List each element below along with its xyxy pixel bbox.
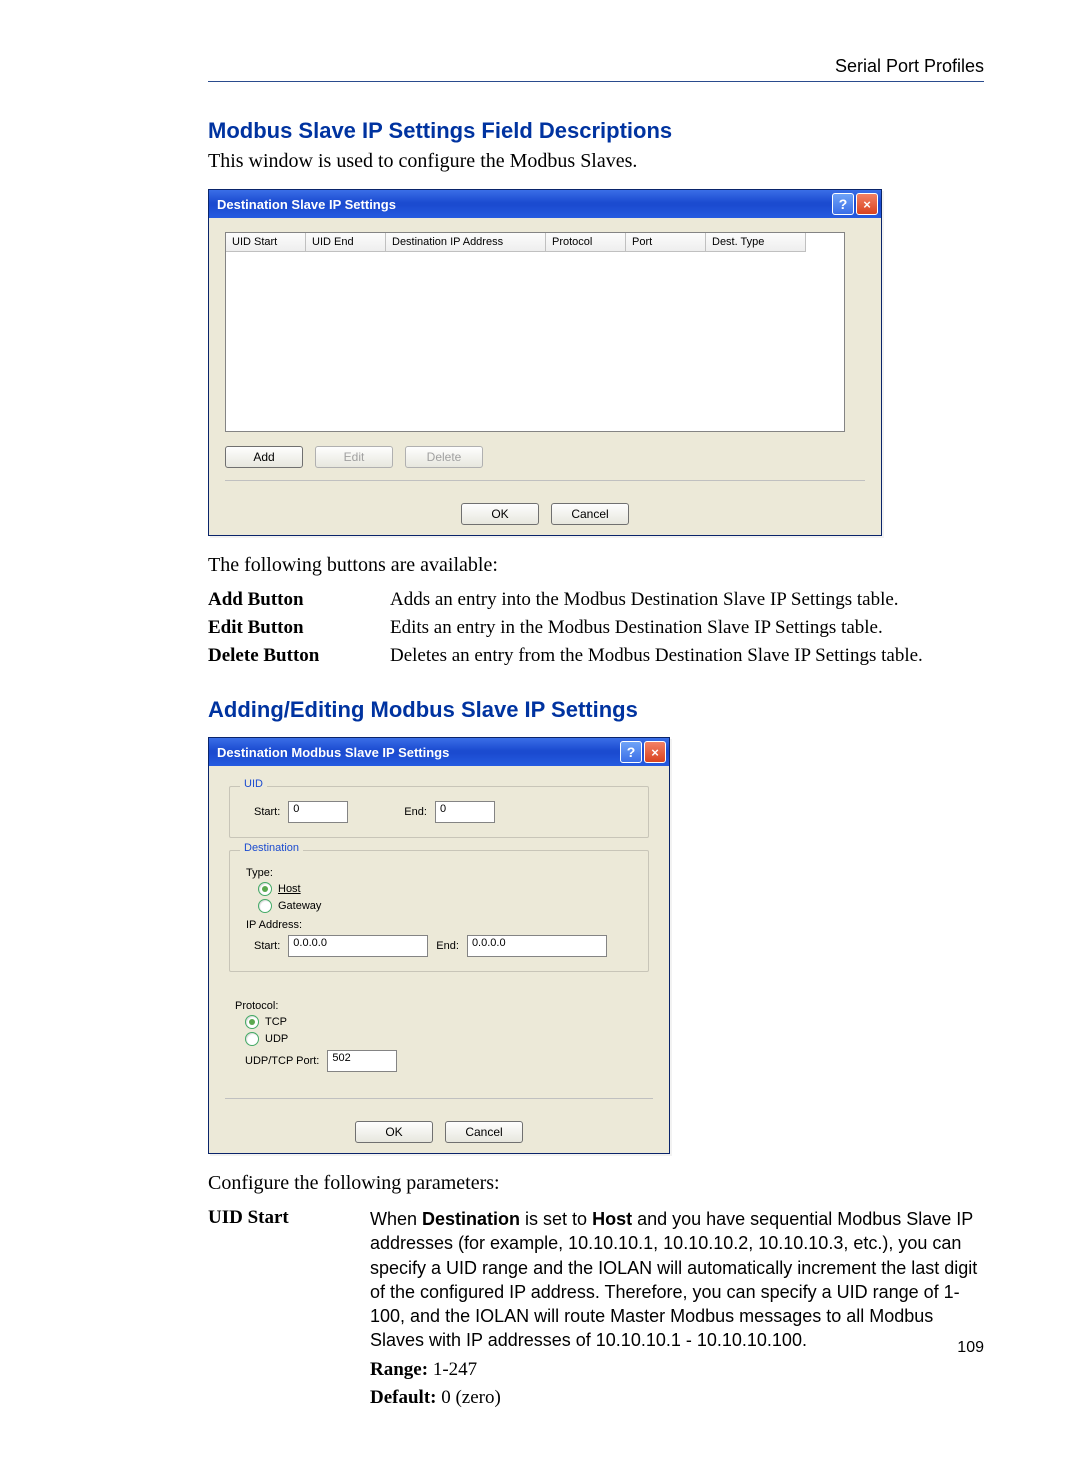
col-dest-ip[interactable]: Destination IP Address	[386, 233, 546, 252]
add-button-desc: Adds an entry into the Modbus Destinatio…	[390, 589, 984, 611]
col-protocol[interactable]: Protocol	[546, 233, 626, 252]
ip-address-label: IP Address:	[246, 919, 638, 931]
delete-button: Delete	[405, 446, 483, 468]
dialog2-title: Destination Modbus Slave IP Settings	[217, 745, 618, 760]
edit-button: Edit	[315, 446, 393, 468]
type-gateway-label: Gateway	[278, 900, 321, 912]
udp-tcp-port-label: UDP/TCP Port:	[245, 1055, 319, 1067]
uid-end-input[interactable]: 0	[435, 801, 495, 823]
ok-button[interactable]: OK	[355, 1121, 433, 1143]
close-icon[interactable]: ×	[856, 193, 878, 215]
slave-ip-listview[interactable]: UID Start UID End Destination IP Address…	[225, 232, 845, 432]
help-icon[interactable]: ?	[832, 193, 854, 215]
section2-title: Adding/Editing Modbus Slave IP Settings	[208, 697, 984, 723]
section1-title: Modbus Slave IP Settings Field Descripti…	[208, 118, 984, 144]
ip-start-input[interactable]: 0.0.0.0	[288, 935, 428, 957]
edit-button-desc: Edits an entry in the Modbus Destination…	[390, 617, 984, 639]
protocol-udp-label: UDP	[265, 1033, 288, 1045]
type-gateway-radio[interactable]: Gateway	[258, 899, 638, 913]
close-icon[interactable]: ×	[644, 741, 666, 763]
protocol-tcp-radio[interactable]: TCP	[245, 1015, 639, 1029]
radio-icon	[245, 1015, 259, 1029]
section2-tail: Configure the following parameters:	[208, 1172, 984, 1195]
dialog-destination-modbus-slave-ip-settings: Destination Modbus Slave IP Settings ? ×…	[208, 737, 670, 1154]
col-port[interactable]: Port	[626, 233, 706, 252]
add-button-label: Add Button	[208, 589, 378, 617]
uid-start-param-label: UID Start	[208, 1207, 358, 1415]
col-dest-type[interactable]: Dest. Type	[706, 233, 806, 252]
ip-end-label: End:	[436, 940, 459, 952]
destination-group: Destination Type: Host Gateway IP Addres…	[229, 850, 649, 972]
ip-start-label: Start:	[254, 940, 280, 952]
ip-end-input[interactable]: 0.0.0.0	[467, 935, 607, 957]
uid-end-label: End:	[404, 806, 427, 818]
uid-group: UID Start: 0 End: 0	[229, 786, 649, 838]
section1-intro: This window is used to configure the Mod…	[208, 150, 984, 173]
header-rule	[208, 81, 984, 82]
protocol-tcp-label: TCP	[265, 1016, 287, 1028]
dialog2-titlebar: Destination Modbus Slave IP Settings ? ×	[209, 738, 669, 766]
destination-legend: Destination	[240, 842, 303, 854]
type-label: Type:	[246, 867, 638, 879]
delete-button-label: Delete Button	[208, 645, 378, 673]
protocol-udp-radio[interactable]: UDP	[245, 1032, 639, 1046]
help-icon[interactable]: ?	[620, 741, 642, 763]
radio-icon	[258, 882, 272, 896]
uid-legend: UID	[240, 778, 267, 790]
protocol-label: Protocol:	[235, 1000, 639, 1012]
section1-tail: The following buttons are available:	[208, 554, 984, 577]
radio-icon	[258, 899, 272, 913]
udp-tcp-port-input[interactable]: 502	[327, 1050, 397, 1072]
col-uid-end[interactable]: UID End	[306, 233, 386, 252]
type-host-label: Host	[278, 883, 301, 895]
page-number: 109	[957, 1339, 984, 1357]
ok-button[interactable]: OK	[461, 503, 539, 525]
cancel-button[interactable]: Cancel	[551, 503, 629, 525]
uid-start-input[interactable]: 0	[288, 801, 348, 823]
add-button[interactable]: Add	[225, 446, 303, 468]
uid-start-label: Start:	[254, 806, 280, 818]
cancel-button[interactable]: Cancel	[445, 1121, 523, 1143]
uid-start-param-desc: When Destination is set to Host and you …	[370, 1207, 984, 1415]
edit-button-label: Edit Button	[208, 617, 378, 645]
dialog1-titlebar: Destination Slave IP Settings ? ×	[209, 190, 881, 218]
dialog-destination-slave-ip-settings: Destination Slave IP Settings ? × UID St…	[208, 189, 882, 536]
dialog1-title: Destination Slave IP Settings	[217, 197, 830, 212]
radio-icon	[245, 1032, 259, 1046]
col-uid-start[interactable]: UID Start	[226, 233, 306, 252]
delete-button-desc: Deletes an entry from the Modbus Destina…	[390, 645, 984, 667]
running-header: Serial Port Profiles	[208, 56, 984, 77]
protocol-group: Protocol: TCP UDP UDP/TCP Port: 502	[229, 984, 649, 1086]
type-host-radio[interactable]: Host	[258, 882, 638, 896]
